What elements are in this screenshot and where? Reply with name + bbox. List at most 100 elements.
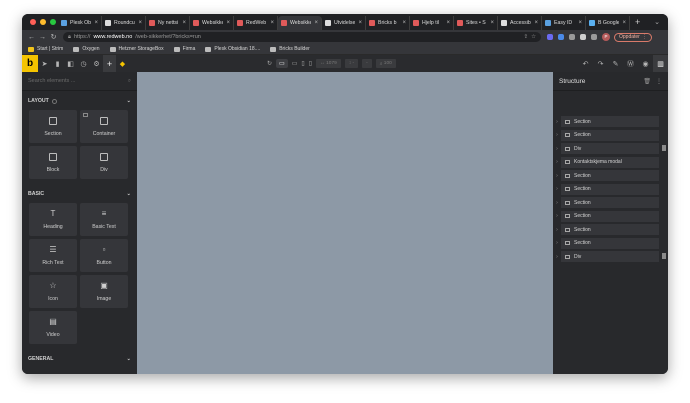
category-layout[interactable]: LAYOUT ⌄ xyxy=(22,95,137,107)
pages-icon[interactable]: ▮ xyxy=(51,55,64,72)
chevron-right-icon[interactable]: › xyxy=(553,240,561,246)
close-tab-icon[interactable]: × xyxy=(446,20,450,26)
close-tab-icon[interactable]: × xyxy=(182,20,186,26)
browser-tab[interactable]: Hjelp til × xyxy=(410,16,454,30)
desktop-icon[interactable]: ▭ xyxy=(276,59,288,68)
zoom-input[interactable]: ⌕ 100 xyxy=(375,59,396,68)
structure-item[interactable]: › Section xyxy=(553,210,668,222)
width-input[interactable]: ↔ 1079 xyxy=(316,59,341,68)
structure-item[interactable]: › Section xyxy=(553,129,668,141)
chevron-right-icon[interactable]: › xyxy=(553,146,561,152)
chevron-right-icon[interactable]: › xyxy=(553,200,561,206)
scale-input[interactable]: - xyxy=(362,59,372,68)
browser-tab[interactable]: Sites • S × xyxy=(454,16,498,30)
add-elements-button[interactable]: + xyxy=(103,55,116,72)
height-input[interactable]: ↕ - xyxy=(344,59,359,68)
browser-tab[interactable]: RedWeb × xyxy=(234,16,278,30)
browser-tab[interactable]: Bricks b × xyxy=(366,16,410,30)
element-rich-text[interactable]: ☰ Rich Text xyxy=(29,239,77,272)
tab-search-chevron-icon[interactable]: ⌄ xyxy=(654,18,668,26)
layers-icon[interactable]: ◧ xyxy=(64,55,77,72)
close-tab-icon[interactable]: × xyxy=(138,20,142,26)
trash-icon[interactable] xyxy=(662,253,666,259)
share-icon[interactable]: ⇪ xyxy=(523,34,528,40)
wordpress-icon[interactable]: Ⓦ xyxy=(623,55,638,72)
chevron-right-icon[interactable]: › xyxy=(553,213,561,219)
reload-icon[interactable]: ↻ xyxy=(48,33,59,41)
browser-tab[interactable]: Easy ID × xyxy=(542,16,586,30)
builder-canvas[interactable] xyxy=(137,72,553,374)
browser-tab[interactable]: Utvidelse × xyxy=(322,16,366,30)
puzzle-icon[interactable] xyxy=(580,34,586,40)
chevron-right-icon[interactable]: › xyxy=(553,159,561,165)
close-tab-icon[interactable]: × xyxy=(490,20,494,26)
close-tab-icon[interactable]: × xyxy=(94,20,98,26)
close-tab-icon[interactable]: × xyxy=(534,20,538,26)
bookmark-star-icon[interactable]: ☆ xyxy=(531,34,536,40)
element-block[interactable]: Block xyxy=(29,146,77,179)
extension-icon[interactable] xyxy=(558,34,564,40)
redo-arrow-icon[interactable]: ↷ xyxy=(593,55,608,72)
save-icon[interactable]: ▥ xyxy=(653,55,668,72)
close-tab-icon[interactable]: × xyxy=(314,20,318,26)
edit-icon[interactable]: ✎ xyxy=(608,55,623,72)
structure-item[interactable]: › Section xyxy=(553,183,668,195)
bricks-logo[interactable]: b xyxy=(22,55,38,72)
undo-arrow-icon[interactable]: ↶ xyxy=(578,55,593,72)
element-div[interactable]: Div xyxy=(80,146,128,179)
element-image[interactable]: ▣ Image xyxy=(80,275,128,308)
chevron-right-icon[interactable]: › xyxy=(553,186,561,192)
minimize-window-button[interactable] xyxy=(40,19,46,25)
avatar[interactable]: P xyxy=(602,33,610,41)
structure-item[interactable]: › Section xyxy=(553,116,668,127)
mobile-icon[interactable]: ▯ xyxy=(309,60,312,67)
close-tab-icon[interactable]: × xyxy=(358,20,362,26)
trash-icon[interactable] xyxy=(662,145,666,151)
bookmark-item[interactable]: Firma xyxy=(173,46,195,52)
maximize-window-button[interactable] xyxy=(50,19,56,25)
browser-tab[interactable]: Roundcu × xyxy=(102,16,146,30)
category-general[interactable]: GENERAL ⌄ xyxy=(22,353,137,365)
close-tab-icon[interactable]: × xyxy=(622,20,626,26)
pointer-icon[interactable]: ➤ xyxy=(38,55,51,72)
browser-tab[interactable]: Ny nettsi × xyxy=(146,16,190,30)
close-tab-icon[interactable]: × xyxy=(226,20,230,26)
chevron-right-icon[interactable]: › xyxy=(553,227,561,233)
chevron-right-icon[interactable]: › xyxy=(553,254,561,260)
structure-item[interactable]: › Section xyxy=(553,237,668,249)
settings-gear-icon[interactable]: ⚙ xyxy=(90,55,103,72)
bookmark-item[interactable]: Bricks Builder xyxy=(270,46,310,52)
close-tab-icon[interactable]: × xyxy=(270,20,274,26)
structure-item[interactable]: › Div xyxy=(553,143,668,154)
element-button[interactable]: ▫ Button xyxy=(80,239,128,272)
category-basic[interactable]: BASIC ⌄ xyxy=(22,188,137,200)
chevron-right-icon[interactable]: › xyxy=(553,173,561,179)
templates-icon[interactable]: ◆ xyxy=(116,55,129,72)
structure-item[interactable]: › Div xyxy=(553,251,668,262)
tablet-icon[interactable]: ▯ xyxy=(301,60,304,67)
element-heading[interactable]: T Heading xyxy=(29,203,77,236)
element-video[interactable]: ▤ Video xyxy=(29,311,77,344)
update-button[interactable]: Oppdater ⋮ xyxy=(614,32,652,42)
more-vertical-icon[interactable]: ⋮ xyxy=(656,78,662,85)
close-tab-icon[interactable]: × xyxy=(402,20,406,26)
structure-item[interactable]: › Kontaktskjema modal xyxy=(553,156,668,168)
browser-tab[interactable]: Plesk Ob × xyxy=(58,16,102,30)
info-icon[interactable] xyxy=(51,98,57,104)
structure-item[interactable]: › Section xyxy=(553,197,668,208)
undo-icon[interactable]: ↻ xyxy=(267,60,272,67)
close-tab-icon[interactable]: × xyxy=(578,20,582,26)
trash-icon[interactable]: 🗑︎ xyxy=(643,78,651,85)
browser-tab[interactable]: Accessib × xyxy=(498,16,542,30)
new-tab-button[interactable]: + xyxy=(630,17,640,27)
browser-tab[interactable]: B Google × xyxy=(586,16,630,30)
bookmark-item[interactable]: Oxygen xyxy=(73,46,100,52)
history-icon[interactable]: ◷ xyxy=(77,55,90,72)
sidebar-icon[interactable] xyxy=(591,34,597,40)
structure-item[interactable]: › Section xyxy=(553,224,668,235)
bookmark-item[interactable]: Hetzner StorageBox xyxy=(109,46,164,52)
forward-arrow-icon[interactable]: → xyxy=(37,34,48,41)
laptop-icon[interactable]: ▭ xyxy=(292,60,298,67)
element-icon[interactable]: ☆ Icon xyxy=(29,275,77,308)
element-container[interactable]: Container xyxy=(80,110,128,143)
